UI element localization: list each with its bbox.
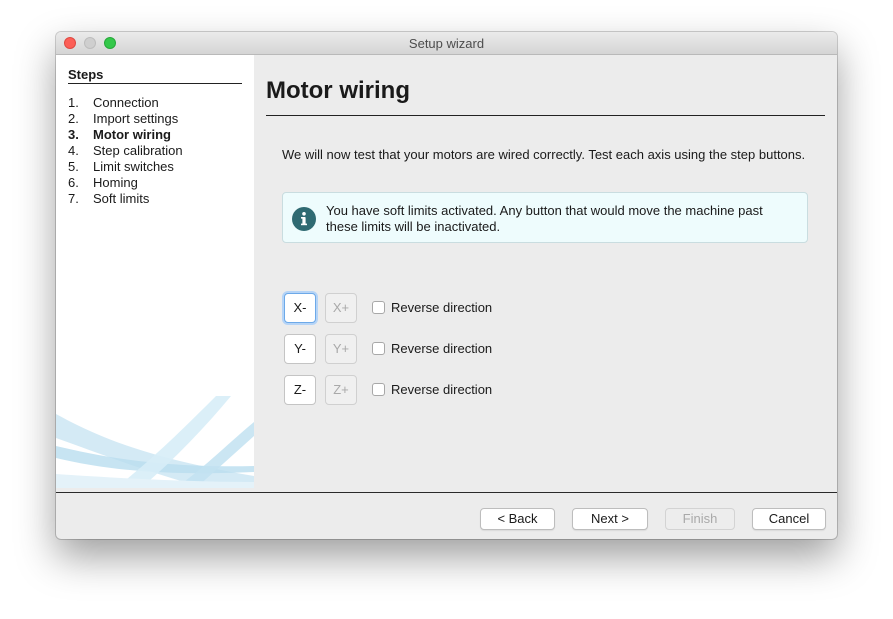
info-icon	[292, 207, 316, 231]
step-step-calibration: 4. Step calibration	[68, 143, 183, 159]
step-label: Limit switches	[93, 159, 174, 174]
soft-limits-info-box: You have soft limits activated. Any butt…	[282, 192, 808, 243]
step-label: Homing	[93, 175, 138, 190]
axis-row-x: X- X+ Reverse direction	[284, 293, 584, 325]
axis-row-y: Y- Y+ Reverse direction	[284, 334, 584, 366]
z-reverse-checkbox[interactable]	[372, 383, 385, 396]
title-divider	[266, 115, 825, 116]
step-number: 6.	[68, 175, 79, 190]
step-label: Connection	[93, 95, 159, 110]
setup-wizard-window: Setup wizard Steps 1. Connection 2. Import…	[56, 32, 837, 539]
title-bar[interactable]: Setup wizard	[56, 32, 837, 55]
sidebar-decoration-graphic	[56, 396, 254, 488]
y-plus-button[interactable]: Y+	[325, 334, 357, 364]
step-number: 3.	[68, 127, 79, 142]
steps-heading: Steps	[68, 67, 242, 84]
footer-divider	[56, 492, 837, 493]
step-import-settings: 2. Import settings	[68, 111, 183, 127]
wizard-content: Motor wiring We will now test that your …	[254, 55, 837, 488]
step-connection: 1. Connection	[68, 95, 183, 111]
x-reverse-label[interactable]: Reverse direction	[391, 300, 492, 316]
step-label: Step calibration	[93, 143, 183, 158]
x-plus-button[interactable]: X+	[325, 293, 357, 323]
y-reverse-checkbox[interactable]	[372, 342, 385, 355]
finish-button[interactable]: Finish	[665, 508, 735, 530]
step-homing: 6. Homing	[68, 175, 183, 191]
page-title: Motor wiring	[266, 77, 410, 104]
steps-list: 1. Connection 2. Import settings 3. Motor w…	[68, 95, 183, 207]
next-button[interactable]: Next >	[572, 508, 648, 530]
step-number: 7.	[68, 191, 79, 206]
step-label: Soft limits	[93, 191, 150, 206]
info-message: You have soft limits activated. Any butt…	[326, 203, 763, 234]
z-plus-button[interactable]: Z+	[325, 375, 357, 405]
steps-sidebar: Steps 1. Connection 2. Import settings 3. M…	[56, 55, 254, 488]
step-motor-wiring: 3. Motor wiring	[68, 127, 183, 143]
back-button[interactable]: < Back	[480, 508, 555, 530]
intro-text: We will now test that your motors are wi…	[282, 147, 806, 162]
window-title: Setup wizard	[408, 36, 485, 51]
y-minus-button[interactable]: Y-	[284, 334, 316, 364]
step-number: 4.	[68, 143, 79, 158]
cancel-button[interactable]: Cancel	[752, 508, 826, 530]
step-limit-switches: 5. Limit switches	[68, 159, 183, 175]
x-reverse-checkbox[interactable]	[372, 301, 385, 314]
step-number: 2.	[68, 111, 79, 126]
step-soft-limits: 7. Soft limits	[68, 191, 183, 207]
step-number: 5.	[68, 159, 79, 174]
step-label: Motor wiring	[93, 127, 171, 142]
z-reverse-label[interactable]: Reverse direction	[391, 382, 492, 398]
y-reverse-label[interactable]: Reverse direction	[391, 341, 492, 357]
axis-row-z: Z- Z+ Reverse direction	[284, 375, 584, 407]
z-minus-button[interactable]: Z-	[284, 375, 316, 405]
x-minus-button[interactable]: X-	[284, 293, 316, 323]
step-number: 1.	[68, 95, 79, 110]
step-label: Import settings	[93, 111, 179, 126]
